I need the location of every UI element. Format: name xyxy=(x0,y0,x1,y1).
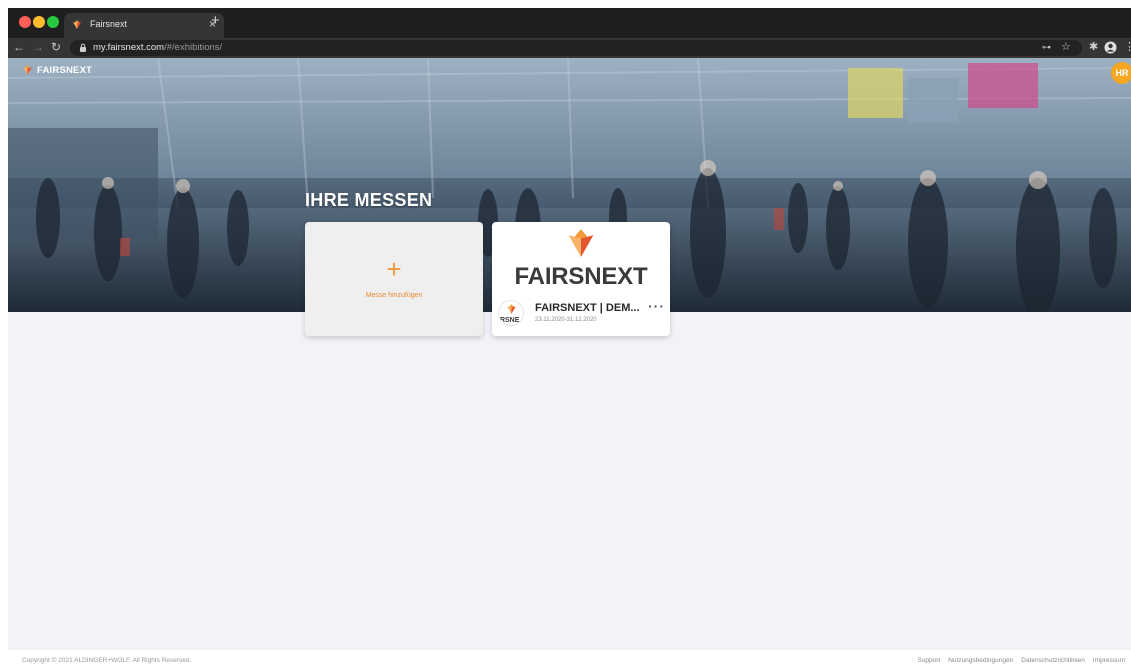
forward-arrow-icon[interactable]: → xyxy=(32,40,44,54)
new-tab-icon[interactable]: + xyxy=(211,12,220,29)
exhibition-name: FAIRSNEXT | DEM... xyxy=(535,302,640,314)
fairsnext-logo[interactable]: FAIRSNEXT xyxy=(22,64,92,76)
fairsnext-logo-mark-icon xyxy=(23,65,32,75)
screen: Fairsnext × + ← → ↻ my.fairsnext.com/#/e… xyxy=(0,0,1131,668)
browser-tab[interactable]: Fairsnext × xyxy=(64,13,224,38)
footer-link-support[interactable]: Support xyxy=(917,657,940,664)
page-title: IHRE MESSEN xyxy=(305,190,433,210)
fairsnext-favicon-icon xyxy=(73,20,81,29)
copyright: Copyright © 2021 ALDINGER+WOLF. All Righ… xyxy=(22,657,192,664)
url-host: my.fairsnext.com xyxy=(93,42,165,53)
thumbnail-logo-icon xyxy=(507,304,516,314)
browser-toolbar: ← → ↻ my.fairsnext.com/#/exhibitions/ ⊶ … xyxy=(8,38,1131,58)
key-icon[interactable]: ⊶ xyxy=(1042,42,1051,53)
footer-link-privacy[interactable]: Datenschutzrichtlinien xyxy=(1021,657,1085,664)
star-icon[interactable]: ☆ xyxy=(1061,40,1071,53)
exhibition-card[interactable]: FAIRSNEXT IRSNE FAIRSNEXT | DEM... 23.11… xyxy=(492,222,670,336)
url-path: /#/exhibitions/ xyxy=(164,42,223,53)
tab-bar: Fairsnext × + xyxy=(8,8,1131,38)
exhibition-brand-name: FAIRSNEXT xyxy=(514,263,648,290)
exhibition-dates: 23.11.2020-31.12.2020 xyxy=(535,317,597,323)
minimize-window-icon[interactable] xyxy=(33,16,45,28)
add-exhibition-label: Messe hinzufügen xyxy=(365,292,423,299)
user-avatar[interactable]: HR xyxy=(1111,62,1131,84)
browser-window: Fairsnext × + ← → ↻ my.fairsnext.com/#/e… xyxy=(8,8,1131,650)
profile-icon[interactable] xyxy=(1104,41,1117,54)
menu-dots-icon[interactable]: ⋮ xyxy=(1124,40,1131,53)
logo-text: FAIRSNEXT xyxy=(37,64,93,76)
plus-icon: + xyxy=(386,254,402,284)
more-options-icon[interactable]: ··· xyxy=(648,298,665,314)
url-text: my.fairsnext.com/#/exhibitions/ xyxy=(93,42,222,53)
fairsnext-brand-mark-icon xyxy=(568,229,594,257)
lock-icon xyxy=(80,43,86,52)
address-bar[interactable]: my.fairsnext.com/#/exhibitions/ xyxy=(70,40,1082,56)
add-exhibition-card[interactable]: + Messe hinzufügen xyxy=(305,222,483,336)
reload-icon[interactable]: ↻ xyxy=(51,40,61,54)
zoom-window-icon[interactable] xyxy=(47,16,59,28)
footer-links: Support Nutzungsbedingungen Datenschutzr… xyxy=(917,657,1125,664)
extensions-icon[interactable]: ✱ xyxy=(1089,40,1098,53)
back-arrow-icon[interactable]: ← xyxy=(13,40,25,54)
close-window-icon[interactable] xyxy=(19,16,31,28)
footer-link-imprint[interactable]: Impressum xyxy=(1093,657,1125,664)
thumbnail-text: IRSNE xyxy=(498,317,520,324)
footer-link-terms[interactable]: Nutzungsbedingungen xyxy=(948,657,1013,664)
tab-title: Fairsnext xyxy=(90,19,128,29)
exhibition-thumbnail: IRSNE xyxy=(498,300,524,326)
